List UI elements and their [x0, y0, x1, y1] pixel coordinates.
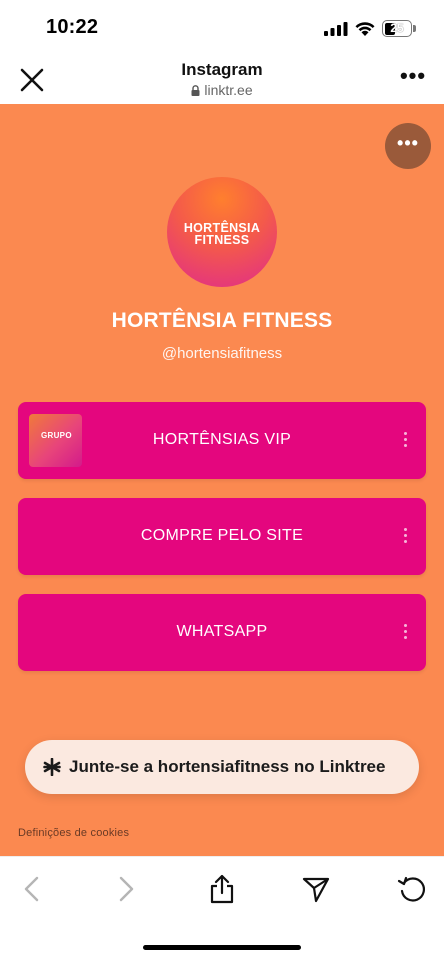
join-linktree-button[interactable]: Junte-se a hortensiafitness no Linktree	[25, 740, 419, 794]
status-time: 10:22	[46, 16, 99, 38]
battery-level: 25	[390, 21, 404, 35]
url-text: linktr.ee	[204, 82, 253, 98]
reload-icon[interactable]	[396, 873, 428, 905]
forward-icon[interactable]	[110, 873, 142, 905]
browser-toolbar	[0, 856, 444, 960]
battery-nub	[413, 25, 416, 32]
back-icon[interactable]	[16, 873, 48, 905]
profile-handle: @hortensiafitness	[161, 345, 283, 362]
profile-name: HORTÊNSIA FITNESS	[111, 309, 333, 332]
browser-header: Instagram linktr.ee •••	[0, 56, 444, 104]
link-label: WHATSAPP	[176, 623, 268, 640]
link-button-compre-pelo-site[interactable]: COMPRE PELO SITE	[18, 498, 426, 575]
link-options-icon[interactable]	[404, 528, 408, 544]
cellular-signal-icon	[324, 22, 348, 36]
send-icon[interactable]	[300, 873, 332, 905]
link-label: HORTÊNSIAS VIP	[152, 431, 292, 448]
browser-title: Instagram	[181, 60, 263, 79]
cookie-settings-link[interactable]: Definições de cookies	[18, 827, 129, 839]
share-menu-button[interactable]: •••	[385, 123, 431, 169]
home-indicator	[143, 945, 301, 950]
battery-icon: 25	[382, 20, 412, 37]
linktree-logo-icon	[43, 758, 61, 776]
linktree-page: ••• HORTÊNSIA FITNESS HORTÊNSIA FITNESS …	[0, 104, 444, 856]
link-options-icon[interactable]	[404, 432, 408, 448]
link-label: COMPRE PELO SITE	[140, 527, 304, 544]
link-button-whatsapp[interactable]: WHATSAPP	[18, 594, 426, 671]
browser-url: linktr.ee	[0, 82, 444, 98]
more-options-icon[interactable]: •••	[398, 64, 428, 94]
avatar-text-line-2: FITNESS	[194, 233, 250, 247]
status-bar: 10:22 25	[0, 0, 444, 56]
avatar: HORTÊNSIA FITNESS	[167, 177, 277, 287]
link-options-icon[interactable]	[404, 624, 408, 640]
wifi-icon	[355, 22, 375, 36]
lock-icon	[191, 85, 200, 96]
join-linktree-label: Junte-se a hortensiafitness no Linktree	[69, 757, 386, 776]
link-button-hortensias-vip[interactable]: GRUPO HORTÊNSIAS VIP	[18, 402, 426, 479]
share-icon[interactable]	[206, 873, 238, 905]
